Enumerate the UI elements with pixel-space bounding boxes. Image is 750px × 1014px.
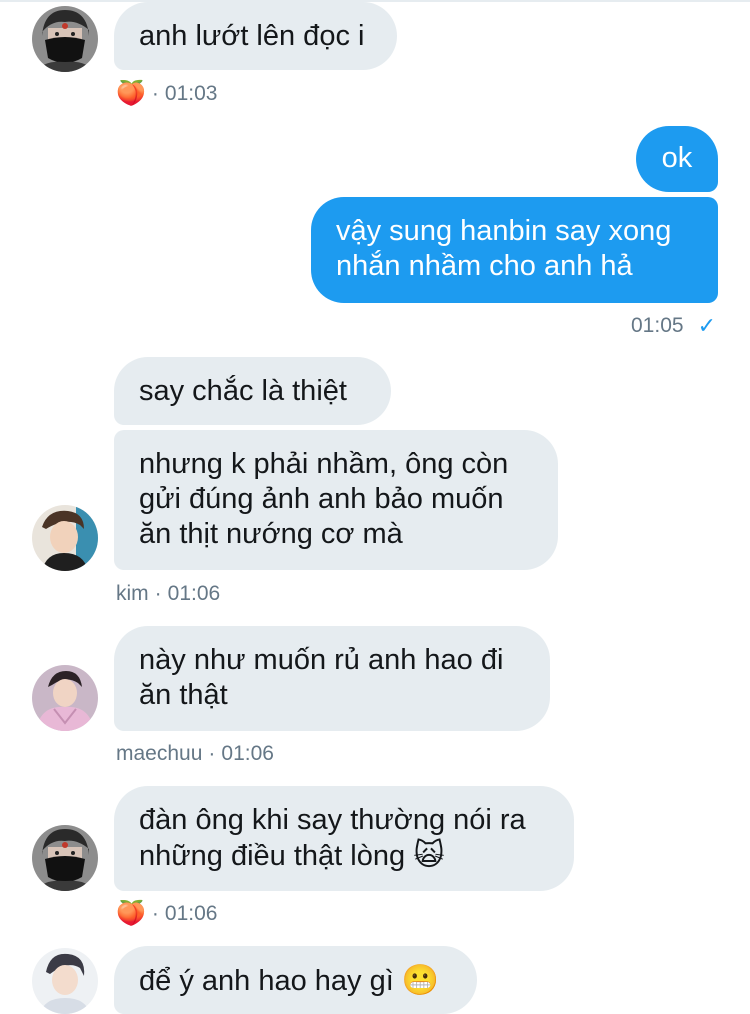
message-time: 01:05 [631,314,684,337]
message-text: anh lướt lên đọc i [139,20,365,52]
message-line: nhưng k phải nhầm, ông còn [139,448,509,480]
scream-cat-emoji-icon: 🙀 [413,839,445,872]
avatar[interactable] [32,665,98,731]
message-text: say chắc là thiệt [139,375,347,407]
grimacing-emoji-icon: 😬 [401,964,440,997]
avatar-masked-user-icon [32,825,98,891]
avatar[interactable] [32,825,98,891]
sender-name: kim [116,582,149,605]
message-meta: kim · 01:06 [116,581,220,607]
message-bubble-outgoing[interactable]: ok [636,126,718,192]
message-line: gửi đúng ảnh anh bảo muốn [139,483,504,515]
peach-icon: 🍑 [116,900,146,927]
peach-icon: 🍑 [116,80,146,107]
message-bubble-incoming[interactable]: để ý anh hao hay gì 😬 [114,946,477,1014]
meta-separator: · [154,582,162,605]
avatar-maechuu-icon [32,665,98,731]
message-bubble-incoming[interactable]: nhưng k phải nhầm, ông còn gửi đúng ảnh … [114,430,558,570]
avatar-user-icon [32,948,98,1014]
message-bubble-incoming[interactable]: anh lướt lên đọc i [114,2,397,70]
message-meta: 01:05 ✓ [631,313,716,339]
avatar-masked-user-icon [32,6,98,72]
message-line: ăn thật [139,679,228,711]
avatar[interactable] [32,948,98,1014]
message-line: ăn thịt nướng cơ mà [139,518,403,550]
message-time: 01:06 [221,742,274,765]
message-time: 01:03 [164,82,218,105]
meta-separator: · [208,742,216,765]
sender-name: maechuu [116,742,203,765]
message-bubble-incoming[interactable]: này như muốn rủ anh hao đi ăn thật [114,626,550,731]
sent-check-icon: ✓ [697,313,716,338]
message-line: vậy sung hanbin say xong [336,215,672,247]
message-time: 01:06 [164,902,218,925]
meta-separator: · [151,902,159,925]
meta-separator: · [151,82,159,105]
message-meta: maechuu · 01:06 [116,741,274,767]
message-meta: 🍑 · 01:03 [116,81,217,107]
message-bubble-outgoing[interactable]: vậy sung hanbin say xong nhắn nhầm cho a… [311,197,718,303]
message-line: đàn ông khi say thường nói ra [139,804,526,836]
message-bubble-incoming[interactable]: đàn ông khi say thường nói ra những điều… [114,786,574,891]
avatar[interactable] [32,505,98,571]
message-meta: 🍑 · 01:06 [116,901,217,927]
top-divider [0,0,750,2]
message-bubble-incoming[interactable]: say chắc là thiệt [114,357,391,425]
message-line: nhắn nhầm cho anh hả [336,250,633,282]
message-text: để ý anh hao hay gì [139,965,394,997]
message-text: ok [661,142,693,174]
avatar-kim-icon [32,505,98,571]
avatar[interactable] [32,6,98,72]
message-line: những điều thật lòng [139,840,406,872]
message-line: này như muốn rủ anh hao đi [139,644,504,676]
message-time: 01:06 [167,582,221,605]
